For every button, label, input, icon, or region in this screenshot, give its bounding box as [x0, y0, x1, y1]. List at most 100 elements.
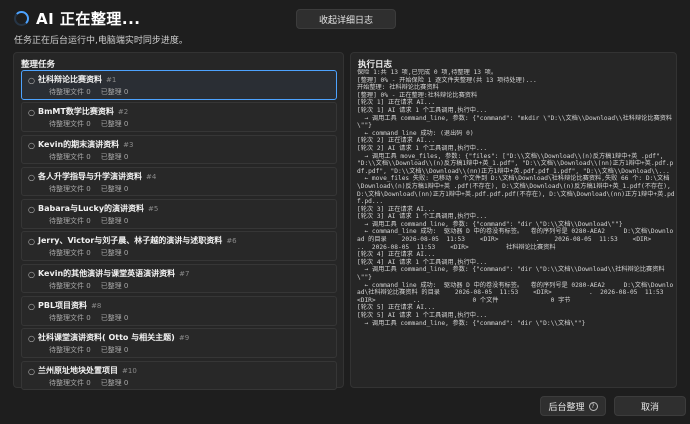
- task-name-text: BmMT数学比赛资料: [38, 107, 114, 117]
- task-number: #10: [122, 366, 137, 375]
- task-done: 已整理 0: [100, 120, 129, 129]
- loading-spinner-icon: [14, 11, 29, 26]
- task-status-icon: ○: [28, 334, 35, 344]
- task-number: #6: [226, 237, 237, 246]
- cancel-label: 取消: [640, 402, 659, 413]
- log-line: [轮次 1] AI 请求 1 个工具调用,执行中...: [357, 106, 488, 114]
- task-name-text: Kevin的其他演讲与课堂英语演讲资料: [38, 268, 176, 278]
- execution-log[interactable]: 保险 1:共 13 项,已完成 0 项,待整理 13 项。 [整理] 0% - 开…: [357, 69, 675, 385]
- task-stats: 待整理文件 0 已整理 0: [49, 281, 128, 291]
- task-name-text: 社科课堂演讲资料( Otto 与相关主题): [38, 333, 175, 343]
- task-pending: 待整理文件 0: [49, 120, 91, 129]
- background-organize-button[interactable]: 后台整理 ?: [540, 396, 606, 416]
- log-line: [轮次 3] AI 请求 1 个工具调用,执行中...: [357, 213, 488, 221]
- task-item-2[interactable]: ○ BmMT数学比赛资料 #2 待整理文件 0 已整理 0: [21, 102, 337, 132]
- log-panel: 执行日志 保险 1:共 13 项,已完成 0 项,待整理 13 项。 [整理] 0…: [350, 52, 677, 388]
- log-line: [轮次 2] 正在请求 AI...: [357, 137, 436, 145]
- tasks-panel-heading: 整理任务: [21, 60, 56, 70]
- collapse-log-label: 收起详细日志: [318, 15, 373, 26]
- task-stats: 待整理文件 0 已整理 0: [49, 152, 128, 162]
- task-name-text: 兰州原址地块处置项目: [38, 365, 118, 375]
- log-line: 保险 1:共 13 项,已完成 0 项,待整理 13 项。: [357, 69, 498, 76]
- task-name-text: Babara与Lucky的演讲资料: [38, 204, 145, 214]
- log-line: [轮次 4] 正在请求 AI...: [357, 251, 436, 259]
- task-stats: 待整理文件 0 已整理 0: [49, 313, 128, 323]
- task-item-8[interactable]: ○ PBL项目资料 #8 待整理文件 0 已整理 0: [21, 296, 337, 326]
- page-subtitle: 任务正在后台运行中,电脑端实时同步进度。: [14, 36, 188, 46]
- task-status-icon: ○: [28, 76, 35, 85]
- log-line: ← command_line 成功: 驱动器 D 中的卷没有标签。 卷的序列号是…: [357, 228, 674, 251]
- task-item-5[interactable]: ○ Babara与Lucky的演讲资料 #5 待整理文件 0 已整理 0: [21, 199, 337, 229]
- task-pending: 待整理文件 0: [49, 217, 91, 226]
- task-item-9[interactable]: ○ 社科课堂演讲资料( Otto 与相关主题) #9 待整理文件 0 已整理 0: [21, 328, 337, 358]
- task-status-icon: ○: [28, 108, 35, 118]
- task-number: #5: [148, 205, 159, 214]
- task-pending: 待整理文件 0: [49, 152, 91, 161]
- task-list[interactable]: ○ 社科辩论比赛资料 #1 待整理文件 0 已整理 0 ○ BmMT数学比赛资料 #2 待整理…: [21, 70, 337, 393]
- task-done: 已整理 0: [100, 378, 129, 387]
- task-pending: 待整理文件 0: [49, 378, 91, 387]
- task-name: Kevin的其他演讲与课堂英语演讲资料 #7: [38, 268, 189, 279]
- log-line: 开始整理: 社科辩论比赛资料: [357, 84, 439, 92]
- task-name: 社科课堂演讲资料( Otto 与相关主题) #9: [38, 332, 189, 343]
- task-done: 已整理 0: [100, 184, 129, 193]
- task-item-3[interactable]: ○ Kevin的期末演讲资料 #3 待整理文件 0 已整理 0: [21, 134, 337, 165]
- task-name: 兰州原址地块处置项目 #10: [38, 365, 137, 376]
- log-line: → 调用工具 command_line, 参数: {"command": "di…: [357, 319, 586, 327]
- task-done: 已整理 0: [100, 249, 129, 258]
- task-name-text: Kevin的期末演讲资料: [38, 139, 120, 149]
- task-name: Babara与Lucky的演讲资料 #5: [38, 203, 158, 214]
- page-title: AI 正在整理...: [36, 10, 141, 28]
- task-number: #8: [91, 302, 102, 311]
- task-number: #9: [178, 334, 190, 343]
- background-organize-label: 后台整理: [548, 402, 585, 413]
- task-number: #4: [146, 172, 157, 181]
- task-status-icon: ○: [28, 366, 35, 376]
- task-name: Kevin的期末演讲资料 #3: [38, 139, 133, 150]
- task-item-4[interactable]: ○ 各人升学指导与升学演讲资料 #4 待整理文件 0 已整理 0: [21, 166, 337, 197]
- task-done: 已整理 0: [100, 88, 129, 96]
- task-item-1[interactable]: ○ 社科辩论比赛资料 #1 待整理文件 0 已整理 0: [21, 70, 337, 100]
- task-item-6[interactable]: ○ Jerry、Victor与刘子晨、林子越的演讲与述职资料 #6 待整理文件 0 已整…: [21, 231, 337, 261]
- cancel-button[interactable]: 取消: [614, 396, 686, 416]
- task-name-text: 社科辩论比赛资料: [38, 75, 102, 84]
- task-stats: 待整理文件 0 已整理 0: [49, 184, 128, 194]
- tasks-panel: 整理任务 ○ 社科辩论比赛资料 #1 待整理文件 0 已整理 0 ○ BmMT数学比赛资料…: [13, 52, 344, 391]
- task-done: 已整理 0: [100, 346, 129, 355]
- task-status-icon: ○: [28, 302, 35, 312]
- task-pending: 待整理文件 0: [49, 249, 91, 258]
- log-line: → 调用工具 command_line, 参数: {"command": "di…: [357, 266, 665, 282]
- task-number: #1: [106, 76, 117, 84]
- task-pending: 待整理文件 0: [49, 346, 91, 355]
- task-name: Jerry、Victor与刘子晨、林子越的演讲与述职资料 #6: [38, 235, 237, 246]
- task-name-text: 各人升学指导与升学演讲资料: [38, 171, 142, 181]
- task-stats: 待整理文件 0 已整理 0: [49, 345, 128, 355]
- log-line: ← move_files 失败: 已移动 0 个文件到 D:\文档\Downlo…: [357, 175, 675, 206]
- task-pending: 待整理文件 0: [49, 314, 91, 323]
- task-status-icon: ○: [28, 269, 35, 279]
- task-name: BmMT数学比赛资料 #2: [38, 106, 128, 117]
- task-status-icon: ○: [28, 205, 35, 215]
- task-item-7[interactable]: ○ Kevin的其他演讲与课堂英语演讲资料 #7 待整理文件 0 已整理 0: [21, 263, 337, 294]
- task-pending: 待整理文件 0: [49, 88, 91, 96]
- task-pending: 待整理文件 0: [49, 184, 91, 193]
- task-number: #3: [123, 140, 134, 149]
- collapse-log-button[interactable]: 收起详细日志: [296, 9, 396, 29]
- task-stats: 待整理文件 0 已整理 0: [49, 378, 128, 388]
- task-stats: 待整理文件 0 已整理 0: [49, 216, 128, 226]
- log-line: [轮次 2] AI 请求 1 个工具调用,执行中...: [357, 144, 488, 152]
- task-name: PBL项目资料 #8: [38, 300, 101, 311]
- task-status-icon: ○: [28, 140, 35, 150]
- log-line: → 调用工具 command_line, 参数: {"command": "mk…: [357, 114, 673, 130]
- task-name-text: PBL项目资料: [38, 301, 88, 311]
- task-done: 已整理 0: [100, 314, 129, 323]
- help-icon[interactable]: ?: [588, 401, 598, 411]
- task-stats: 待整理文件 0 已整理 0: [49, 87, 128, 97]
- task-name: 各人升学指导与升学演讲资料 #4: [38, 171, 156, 182]
- log-line: [轮次 1] 正在请求 AI...: [357, 99, 436, 107]
- task-item-10[interactable]: ○ 兰州原址地块处置项目 #10 待整理文件 0 已整理 0: [21, 360, 337, 391]
- task-stats: 待整理文件 0 已整理 0: [49, 119, 128, 129]
- log-line: [轮次 5] 正在请求 AI...: [357, 304, 436, 312]
- log-line: [轮次 5] AI 请求 1 个工具调用,执行中...: [357, 312, 488, 319]
- task-name: 社科辩论比赛资料 #1: [38, 74, 116, 85]
